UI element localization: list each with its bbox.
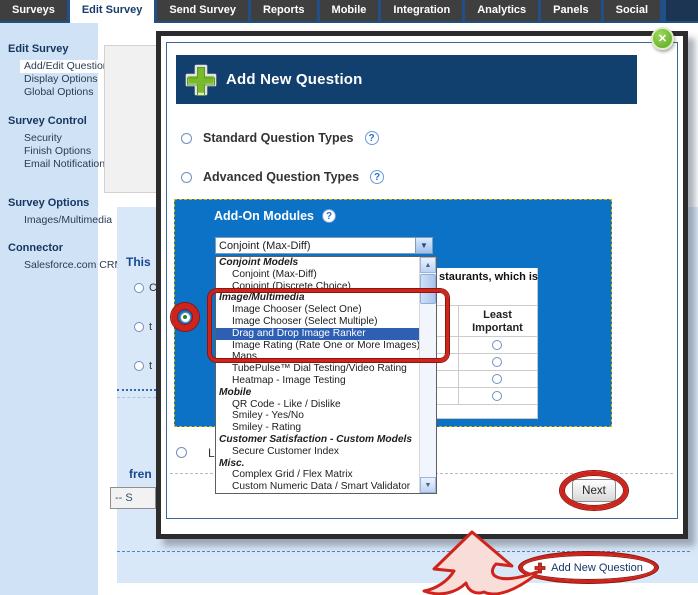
sidebar-item[interactable]: Salesforce.com CRM (0, 259, 98, 272)
background-answer-option: C (134, 281, 157, 294)
dropdown-option[interactable]: Smiley - Yes/No (216, 410, 419, 422)
background-answer-option: t (134, 359, 157, 372)
preview-table-row (437, 354, 537, 371)
nav-tab[interactable]: Edit Survey (70, 0, 158, 23)
partial-option-row: L (176, 446, 215, 459)
help-icon[interactable]: ? (365, 131, 379, 145)
sidebar-item[interactable]: Display Options (0, 73, 98, 86)
sidebar-section-connector: Connector Salesforce.com CRM (0, 241, 98, 272)
sidebar-item[interactable]: Add/Edit Questions (20, 60, 98, 73)
red-callout-arrow (420, 529, 540, 595)
answer-option-label-fragment: t (149, 321, 152, 333)
preview-table: Least Important (437, 305, 537, 405)
nav-tab[interactable]: Integration (381, 0, 465, 21)
next-button-annotation-oval (560, 471, 628, 510)
question-preview-panel: staurants, which is Least Important (437, 268, 538, 419)
radio-button[interactable] (181, 133, 192, 144)
background-answer-option: t (134, 320, 157, 333)
sidebar-item[interactable]: Security (0, 132, 98, 145)
radio-button[interactable] (492, 340, 502, 350)
scroll-up-icon[interactable]: ▲ (420, 257, 436, 273)
radio-button[interactable] (181, 172, 192, 183)
addon-modules-select[interactable]: Conjoint (Max-Diff) ▼ (215, 237, 433, 254)
standard-question-types-row: Standard Question Types ? (181, 126, 379, 150)
sidebar-section-title: Connector (0, 241, 98, 255)
green-plus-icon (184, 62, 218, 98)
addon-modules-radio[interactable] (180, 312, 191, 323)
help-icon[interactable]: ? (370, 170, 384, 184)
dropdown-option[interactable]: Heatmap - Image Testing (216, 375, 419, 387)
question-type-label: Advanced Question Types (203, 170, 359, 184)
preview-text-fragment: staurants, which is (439, 271, 538, 283)
answer-option-label-fragment: t (149, 360, 152, 372)
dropdown-option[interactable]: TubePulse™ Dial Testing/Video Rating (216, 363, 419, 375)
nav-tab[interactable]: Reports (251, 0, 320, 21)
addon-modules-title: Add-On Modules (214, 209, 314, 223)
sidebar: Edit Survey Add/Edit QuestionsDisplay Op… (0, 23, 98, 595)
page: SurveysEdit SurveySend SurveyReportsMobi… (0, 0, 698, 595)
dropdown-option[interactable]: Complex Grid / Flex Matrix (216, 469, 419, 481)
radio-button[interactable] (176, 447, 187, 458)
sidebar-item[interactable]: Global Options (0, 86, 98, 99)
nav-tab[interactable]: Send Survey (157, 0, 251, 21)
sidebar-section-edit-survey: Edit Survey Add/Edit QuestionsDisplay Op… (0, 42, 98, 99)
sidebar-item[interactable]: Email Notification (0, 158, 98, 171)
dropdown-option[interactable]: Mobile (216, 387, 419, 399)
radio-button[interactable] (134, 361, 144, 371)
dropdown-option[interactable]: Misc. (216, 458, 419, 470)
dropdown-option[interactable]: Custom Numeric Data / Smart Validator (216, 481, 419, 493)
addon-modules-title-row: Add-On Modules ? (214, 209, 336, 223)
question-type-label: Standard Question Types (203, 131, 354, 145)
dropdown-option[interactable]: Smiley - Rating (216, 422, 419, 434)
nav-tab[interactable]: Surveys (0, 0, 70, 21)
advanced-question-types-row: Advanced Question Types ? (181, 165, 384, 189)
sidebar-section-title: Edit Survey (0, 42, 98, 56)
dialog-title: Add New Question (226, 71, 363, 88)
sidebar-item[interactable]: Images/Multimedia (0, 214, 98, 227)
add-question-dialog: Add New Question Standard Question Types… (156, 31, 688, 539)
preview-table-row (437, 388, 537, 405)
sidebar-section-survey-options: Survey Options Images/Multimedia (0, 196, 98, 227)
nav-tab[interactable]: Social (604, 0, 663, 21)
help-icon[interactable]: ? (322, 209, 336, 223)
background-toolbar-panel (104, 45, 164, 193)
dropdown-option[interactable]: QR Code - Like / Dislike (216, 399, 419, 411)
sidebar-section-title: Survey Options (0, 196, 98, 210)
radio-button[interactable] (134, 322, 144, 332)
background-dashed-divider (117, 397, 156, 398)
background-dashed-divider (117, 389, 156, 391)
radio-button[interactable] (492, 391, 502, 401)
background-select-fragment[interactable]: -- S (110, 487, 156, 509)
add-new-question-label: Add New Question (551, 562, 643, 574)
background-question-text-fragment: This (126, 255, 151, 269)
preview-column-header: Least Important (437, 306, 537, 337)
nav-tab[interactable]: Panels (541, 0, 603, 21)
preview-table-row (437, 371, 537, 388)
nav-tab[interactable]: Mobile (320, 0, 382, 21)
dropdown-option[interactable]: Conjoint (Max-Diff) (216, 269, 419, 281)
nav-tab[interactable]: Analytics (465, 0, 541, 21)
preview-table-column-divider (458, 305, 459, 404)
select-value: Conjoint (Max-Diff) (216, 240, 415, 252)
background-answer-options: C t t (134, 281, 157, 398)
sidebar-section-survey-control: Survey Control SecurityFinish OptionsEma… (0, 114, 98, 171)
preview-table-row (437, 337, 537, 354)
chevron-down-icon[interactable]: ▼ (415, 238, 432, 253)
partial-option-label: L (208, 446, 215, 460)
dropdown-option[interactable]: Conjoint Models (216, 257, 419, 269)
image-multimedia-annotation-box (208, 289, 449, 362)
top-nav: SurveysEdit SurveySend SurveyReportsMobi… (0, 0, 698, 23)
close-icon[interactable]: ✕ (651, 27, 674, 50)
scroll-down-icon[interactable]: ▼ (420, 477, 436, 493)
radio-button[interactable] (492, 374, 502, 384)
dialog-header: Add New Question (176, 55, 637, 104)
radio-button[interactable] (134, 283, 144, 293)
addon-radio-annotation-ring (171, 303, 199, 331)
dropdown-option[interactable]: Customer Satisfaction - Custom Models (216, 434, 419, 446)
dropdown-option[interactable]: Secure Customer Index (216, 446, 419, 458)
sidebar-section-title: Survey Control (0, 114, 98, 128)
sidebar-item[interactable]: Finish Options (0, 145, 98, 158)
radio-button[interactable] (492, 357, 502, 367)
background-question-label-fragment: fren (129, 467, 152, 481)
